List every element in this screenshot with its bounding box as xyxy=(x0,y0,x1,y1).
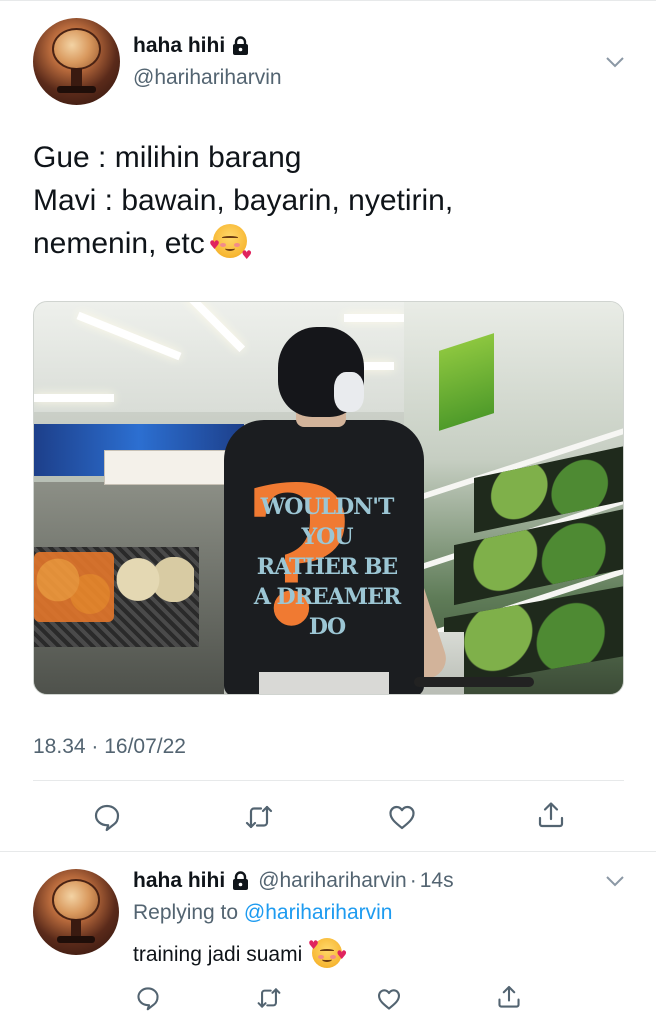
tweet-line: Mavi : bawain, bayarin, nyetirin, xyxy=(33,184,454,217)
chevron-down-icon[interactable] xyxy=(605,56,625,68)
reply-icon[interactable] xyxy=(92,802,122,832)
tweet-line-text: nemenin, etc xyxy=(33,227,205,260)
tweet-line: Gue : milihin barang xyxy=(33,141,302,174)
reply-header: haha hihi @harihariharvin · 14s xyxy=(133,869,454,893)
lock-icon xyxy=(233,36,249,55)
share-icon[interactable] xyxy=(496,984,522,1010)
tweet-photo[interactable]: ? WOULDN'T YOU RATHER BE A DREAMER DO xyxy=(33,301,624,695)
tweet-line: nemenin, etc ♥ ♥ xyxy=(33,222,623,265)
handle[interactable]: @harihariharvin xyxy=(133,66,282,90)
shirt-print: WOULDN'T YOU RATHER BE A DREAMER DO xyxy=(253,494,401,640)
reply-time[interactable]: 14s xyxy=(420,869,454,893)
display-name-text[interactable]: haha hihi xyxy=(133,34,225,58)
smiling-face-with-hearts-icon: ♥ ♥ xyxy=(308,938,347,968)
share-icon[interactable] xyxy=(536,800,566,830)
reply-text: training jadi suami ♥ ♥ xyxy=(133,938,347,968)
reply-text-content: training jadi suami xyxy=(133,943,303,966)
smiling-face-with-hearts-icon: ♥ ♥ xyxy=(209,224,252,262)
divider xyxy=(0,851,656,852)
replying-mention[interactable]: @harihariharvin xyxy=(244,901,393,924)
tweet-text: Gue : milihin barang Mavi : bawain, baya… xyxy=(33,136,623,265)
reply-icon[interactable] xyxy=(135,985,161,1011)
display-name[interactable]: haha hihi xyxy=(133,34,250,58)
replying-prefix: Replying to xyxy=(133,901,239,924)
divider xyxy=(33,780,624,781)
reply-handle[interactable]: @harihariharvin xyxy=(258,869,407,893)
like-icon[interactable] xyxy=(376,986,402,1012)
retweet-icon[interactable] xyxy=(256,985,282,1011)
retweet-icon[interactable] xyxy=(244,802,274,832)
lock-icon xyxy=(233,871,249,890)
reply-display-name[interactable]: haha hihi xyxy=(133,869,225,893)
like-icon[interactable] xyxy=(387,802,417,832)
top-divider xyxy=(0,0,656,1)
chevron-down-icon[interactable] xyxy=(605,875,625,887)
avatar[interactable] xyxy=(33,18,120,105)
tweet-timestamp[interactable]: 18.34 · 16/07/22 xyxy=(33,735,186,759)
reply-avatar[interactable] xyxy=(33,869,119,955)
separator-dot: · xyxy=(409,869,417,892)
replying-to: Replying to @harihariharvin xyxy=(133,901,392,925)
